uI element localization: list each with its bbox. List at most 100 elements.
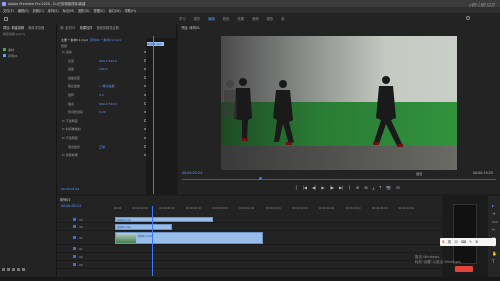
effect-playhead[interactable]: [153, 36, 154, 194]
track-toggle[interactable]: [73, 218, 76, 221]
effect-property-label[interactable]: 缩放: [68, 67, 74, 71]
effect-property-label[interactable]: 混合模式: [68, 145, 80, 149]
effect-property-value[interactable]: 960.0 540.0: [99, 59, 117, 63]
workspace-tab[interactable]: 颜色: [223, 16, 230, 21]
type-icon[interactable]: T: [492, 260, 496, 264]
new-item-icon[interactable]: [17, 268, 20, 271]
effect-property-label[interactable]: 防闪烁滤镜: [68, 110, 83, 114]
menu-item[interactable]: 序列(S): [48, 8, 59, 13]
home-icon[interactable]: [4, 16, 8, 21]
project-item[interactable]: 序列01: [3, 53, 18, 58]
menu-item[interactable]: 视图(V): [94, 8, 105, 13]
effect-property-value[interactable]: 正常: [99, 145, 105, 149]
project-item[interactable]: 素材: [3, 47, 14, 52]
transport-button[interactable]: }: [348, 186, 351, 190]
icon-view-icon[interactable]: [7, 268, 10, 271]
timeline-playhead[interactable]: [152, 206, 153, 276]
track-toggle[interactable]: [73, 255, 76, 258]
effect-property-label[interactable]: 锚点: [68, 102, 74, 106]
effect-property-value[interactable]: 0.00: [99, 110, 106, 114]
track-toggle[interactable]: [73, 225, 76, 228]
workspace-tab[interactable]: 图形: [267, 16, 274, 21]
ime-mode[interactable]: 英: [448, 240, 452, 245]
effect-property-value[interactable]: 960.0 540.0: [99, 102, 117, 106]
workspace-tab[interactable]: 组件: [194, 16, 201, 21]
razor-icon[interactable]: ✂: [492, 228, 496, 232]
workspace-tab[interactable]: 编辑: [208, 16, 215, 21]
tab-program[interactable]: 节目: 序列01: [181, 25, 200, 30]
list-view-icon[interactable]: [2, 268, 5, 271]
tab-media-browser[interactable]: 媒体浏览器: [28, 25, 44, 30]
menu-item[interactable]: 文件(F): [3, 8, 14, 13]
workspace-tab[interactable]: 效果: [237, 16, 244, 21]
hand-icon[interactable]: ✋: [492, 252, 497, 256]
transport-button[interactable]: ⊟: [396, 186, 399, 190]
transport-button[interactable]: ▶: [321, 186, 324, 190]
workspace-tab[interactable]: 库: [281, 16, 284, 21]
menu-item[interactable]: 图形(G): [78, 8, 89, 13]
ripple-edit-icon[interactable]: ⟺: [492, 220, 498, 224]
menu-item[interactable]: 剪辑(C): [33, 8, 44, 13]
clip-v1[interactable]: 素材01.mp4: [115, 232, 263, 244]
track-toggle[interactable]: [73, 236, 76, 239]
tab-effect-controls[interactable]: 效果控件: [80, 25, 93, 30]
transport-button[interactable]: |▶: [330, 186, 334, 190]
transport-button[interactable]: ⤒: [379, 186, 381, 190]
transport-button[interactable]: ⤓: [373, 186, 375, 190]
tab-source[interactable]: 源: 素材01: [60, 25, 76, 30]
tab-project[interactable]: 项目: 新建剪辑: [3, 25, 24, 30]
track-toggle[interactable]: [73, 263, 76, 266]
timeline-ruler[interactable]: 00:00 00:00:02:00 00:00:04:00 00:00:06:00 00…: [114, 207, 414, 210]
selection-tool-icon[interactable]: ▸: [492, 204, 496, 208]
ime-keyboard-icon[interactable]: ⌨: [461, 240, 466, 244]
effect-property-value[interactable]: ✓ 等比缩放: [99, 84, 114, 88]
transport-button[interactable]: 📷: [386, 186, 391, 190]
effect-property-value[interactable]: 0.0: [99, 93, 104, 97]
tab-sequence[interactable]: 序列01: [60, 197, 70, 202]
effect-property-value[interactable]: 100.0: [99, 67, 108, 71]
trash-icon[interactable]: [22, 268, 25, 271]
transport-button[interactable]: ⊞: [364, 186, 367, 190]
program-scrub-bar[interactable]: [182, 179, 496, 180]
transport-button[interactable]: ⊕: [356, 186, 359, 190]
ime-toolbar[interactable]: S 英 ☺ ⌨ ✎ ⚙: [440, 238, 496, 246]
effect-property-label[interactable]: fx 音频效果: [62, 153, 78, 157]
record-button[interactable]: [455, 266, 473, 272]
effect-property-label[interactable]: fx 不透明度: [62, 119, 78, 123]
menu-item[interactable]: 标记(M): [63, 8, 75, 13]
workspace-tab[interactable]: 音频: [252, 16, 259, 21]
effect-property-label[interactable]: fx 不透明度: [62, 136, 78, 140]
ime-pen-icon[interactable]: ✎: [469, 240, 472, 244]
program-timecode[interactable]: 00:00:05:24: [182, 171, 202, 175]
clip-v3[interactable]: 素材03.mp4: [115, 217, 213, 222]
timeline-timecode[interactable]: 00:00:05:24: [61, 204, 81, 208]
track-select-icon[interactable]: ⇥: [492, 212, 496, 216]
effect-property-label[interactable]: fx 时间重映射: [62, 127, 81, 131]
tab-audio-mixer[interactable]: 音频剪辑混合器: [96, 25, 118, 30]
search-icon[interactable]: [466, 16, 470, 20]
new-bin-icon[interactable]: [12, 268, 15, 271]
workspace-tab[interactable]: 学习: [179, 16, 186, 21]
transport-button[interactable]: |◀: [303, 186, 307, 190]
menu-item[interactable]: 窗口(W): [109, 8, 121, 13]
transport-button[interactable]: ◀|: [312, 186, 316, 190]
menu-item[interactable]: 帮助(H): [125, 8, 136, 13]
fit-dropdown[interactable]: 适合: [416, 171, 422, 176]
effect-property-label[interactable]: 缩放宽度: [68, 76, 80, 80]
bin-color-swatch: [3, 48, 6, 51]
effect-property-label[interactable]: 等比缩放: [68, 84, 80, 88]
sequence-clip-label[interactable]: 序列01 * 素材01.mp4: [90, 38, 121, 42]
effect-property-label[interactable]: fx 运动: [62, 50, 72, 54]
transport-button[interactable]: ▶|: [339, 186, 343, 190]
transport-button[interactable]: {: [295, 186, 298, 190]
ime-emoji-icon[interactable]: ☺: [454, 240, 458, 244]
program-playhead[interactable]: [259, 177, 262, 180]
menu-item[interactable]: 编辑(E): [18, 8, 29, 13]
effect-mini-timeline[interactable]: 素材01.mp4: [146, 38, 177, 194]
effect-property-label[interactable]: 位置: [68, 59, 74, 63]
clip-v2[interactable]: 素材02.mp4: [115, 224, 172, 230]
effect-timecode: 00:00:05:24: [61, 187, 80, 191]
effect-property-label[interactable]: 旋转: [68, 93, 74, 97]
ime-settings-icon[interactable]: ⚙: [475, 240, 478, 244]
track-toggle[interactable]: [73, 247, 76, 250]
